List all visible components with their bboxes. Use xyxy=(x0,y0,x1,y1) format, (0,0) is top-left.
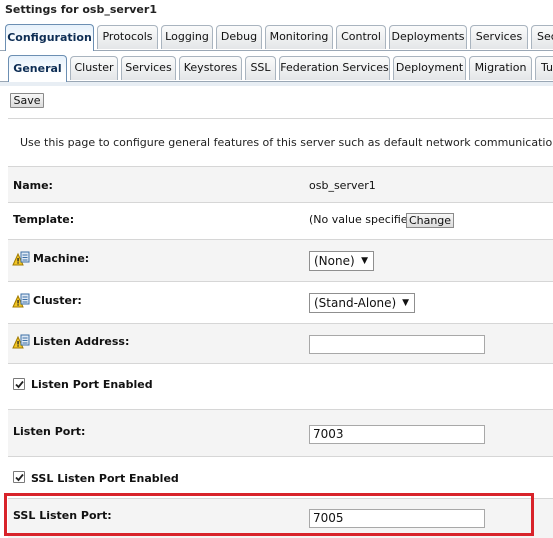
tab-configuration[interactable]: Configuration xyxy=(5,24,94,51)
name-value: osb_server1 xyxy=(309,179,376,192)
change-template-button[interactable]: Change xyxy=(406,213,454,228)
machine-select-value: (None) xyxy=(314,254,355,268)
listen-address-input[interactable] xyxy=(309,335,485,354)
template-row: Template: (No value specified) Change xyxy=(8,202,553,239)
template-label: Template: xyxy=(13,213,75,226)
tab-debug[interactable]: Debug xyxy=(216,25,262,49)
config-change-icon xyxy=(12,334,30,350)
secondary-tab-bar: General Cluster Services Keystores SSL F… xyxy=(0,55,553,82)
template-value: (No value specified) xyxy=(309,213,419,226)
checkmark-icon xyxy=(15,380,24,389)
save-button[interactable]: Save xyxy=(10,93,44,108)
listen-port-enabled-label: Listen Port Enabled xyxy=(31,378,153,391)
config-change-icon xyxy=(12,251,30,267)
tab-keystores[interactable]: Keystores xyxy=(179,56,242,80)
page-title: Settings for osb_server1 xyxy=(5,3,157,16)
listen-port-enabled-checkbox[interactable] xyxy=(13,378,25,390)
checkmark-icon xyxy=(15,473,24,482)
primary-tab-bar: Configuration Protocols Logging Debug Mo… xyxy=(0,24,553,51)
chevron-down-icon: ▼ xyxy=(402,298,409,308)
listen-port-label: Listen Port: xyxy=(13,425,86,438)
machine-label: Machine: xyxy=(33,252,90,265)
tab-protocols[interactable]: Protocols xyxy=(97,25,158,49)
tab-ssl[interactable]: SSL xyxy=(245,56,276,80)
config-change-icon xyxy=(12,293,30,309)
tab-deployment[interactable]: Deployment xyxy=(393,56,466,80)
highlight-box xyxy=(4,493,534,536)
tab-migration[interactable]: Migration xyxy=(469,56,532,80)
name-label: Name: xyxy=(13,179,53,192)
ssl-listen-port-enabled-checkbox[interactable] xyxy=(13,471,25,483)
cluster-select-value: (Stand-Alone) xyxy=(314,296,397,310)
listen-port-input[interactable]: 7003 xyxy=(309,425,485,444)
cluster-row: Cluster: (Stand-Alone) ▼ xyxy=(8,281,553,323)
name-row: Name: osb_server1 xyxy=(8,166,553,202)
chevron-down-icon: ▼ xyxy=(361,256,368,266)
tab-services-sub[interactable]: Services xyxy=(121,56,176,80)
tab-general[interactable]: General xyxy=(8,55,67,82)
cluster-label: Cluster: xyxy=(33,294,82,307)
page-description: Use this page to configure general featu… xyxy=(20,136,553,149)
machine-select[interactable]: (None) ▼ xyxy=(309,251,374,271)
tab-underline xyxy=(0,82,553,86)
listen-address-row: Listen Address: xyxy=(8,323,553,363)
ssl-listen-port-enabled-label: SSL Listen Port Enabled xyxy=(31,472,179,485)
tab-federation-services[interactable]: Federation Services xyxy=(279,56,390,80)
listen-port-enabled-row: Listen Port Enabled xyxy=(8,363,553,409)
description-row: Use this page to configure general featu… xyxy=(8,118,553,166)
ssl-listen-port-enabled-row: SSL Listen Port Enabled xyxy=(8,456,553,498)
machine-row: Machine: (None) ▼ xyxy=(8,239,553,281)
tab-tuning[interactable]: Tu xyxy=(535,56,553,80)
listen-address-label: Listen Address: xyxy=(33,335,130,348)
tab-monitoring[interactable]: Monitoring xyxy=(265,25,333,49)
tab-security[interactable]: Sec xyxy=(531,25,553,49)
tab-logging[interactable]: Logging xyxy=(161,25,213,49)
tab-services[interactable]: Services xyxy=(470,25,528,49)
cluster-select[interactable]: (Stand-Alone) ▼ xyxy=(309,293,415,313)
tab-deployments[interactable]: Deployments xyxy=(389,25,467,49)
tab-cluster[interactable]: Cluster xyxy=(70,56,118,80)
tab-control[interactable]: Control xyxy=(336,25,386,49)
listen-port-row: Listen Port: 7003 xyxy=(8,409,553,456)
